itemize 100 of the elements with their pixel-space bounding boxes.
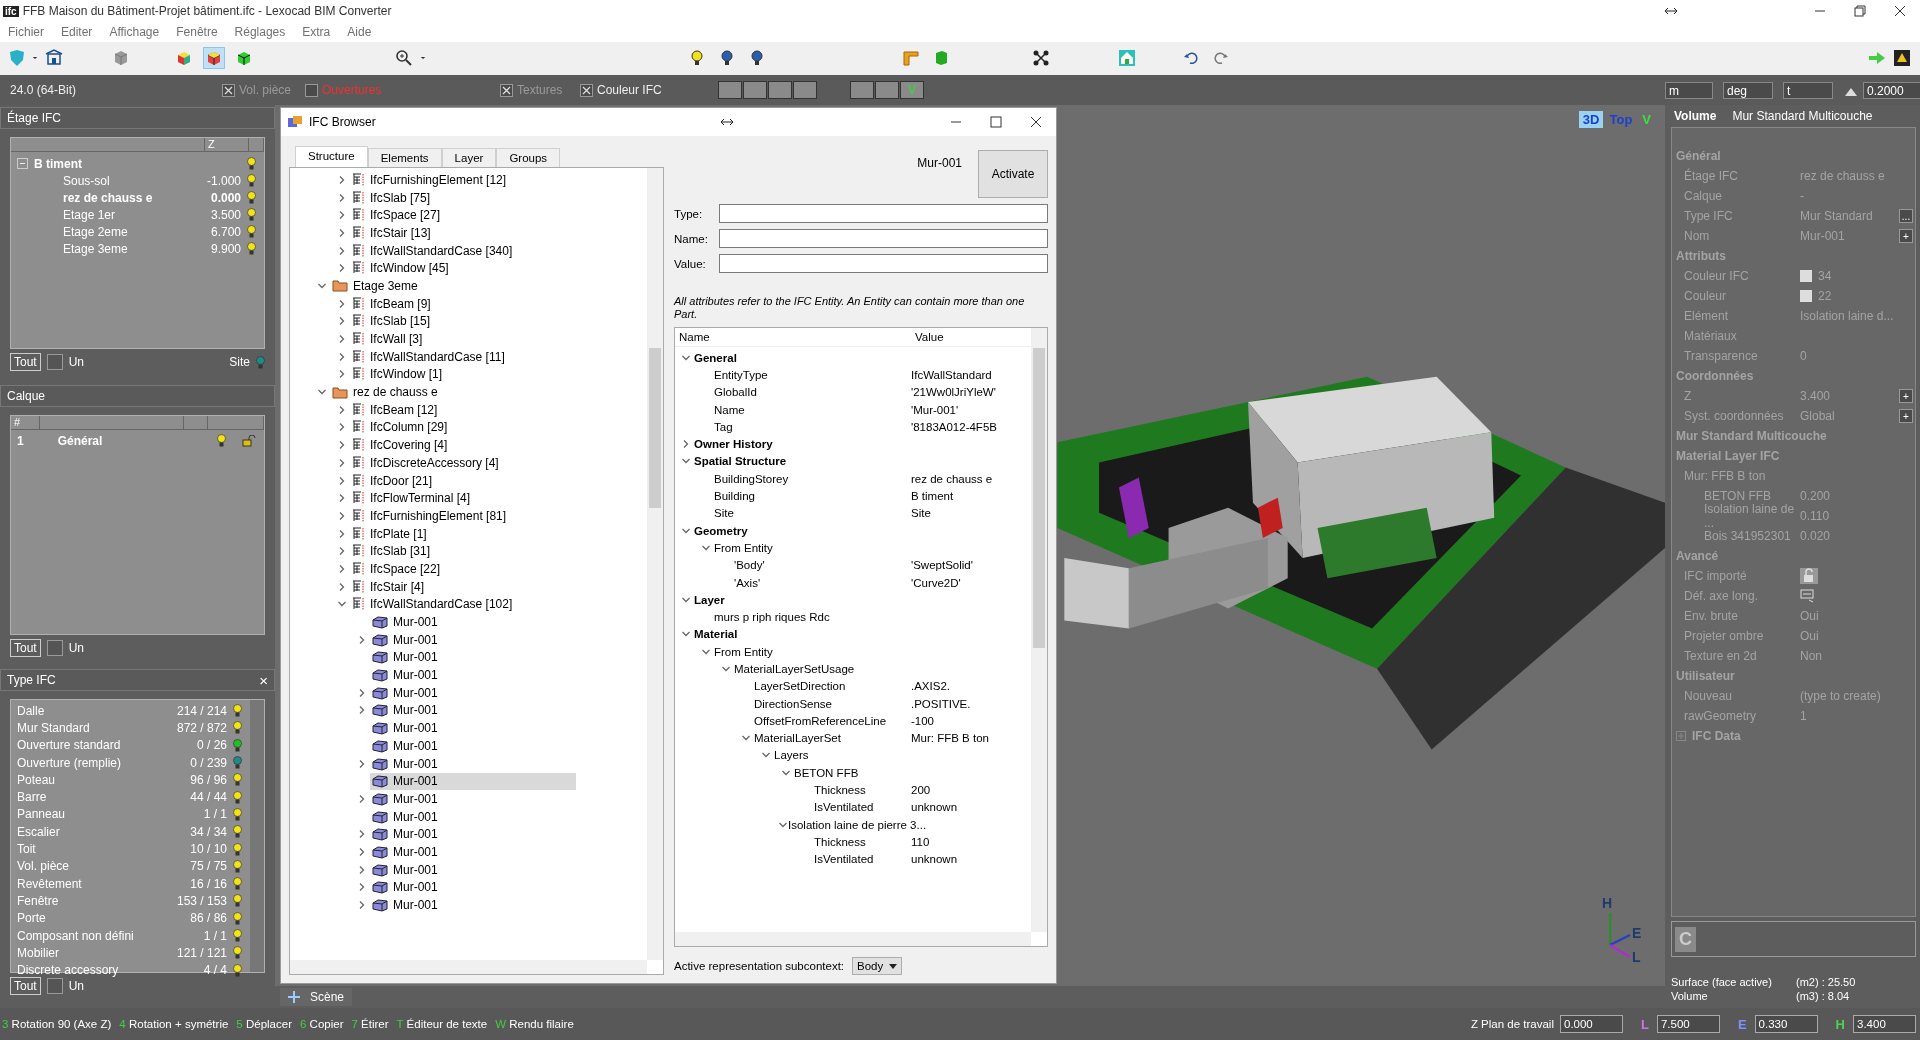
chevron-icon[interactable]: [337, 581, 347, 592]
scrollbar[interactable]: [250, 700, 264, 972]
tree-item[interactable]: IfcBeam [12]: [350, 401, 442, 419]
snap-field[interactable]: 0.2000: [1863, 82, 1920, 99]
tree-item[interactable]: IfcDiscreteAccessory [4]: [350, 454, 503, 472]
tree-item[interactable]: IfcSlab [31]: [350, 542, 435, 560]
tree-item[interactable]: Mur-001: [370, 808, 442, 826]
column-header[interactable]: Value: [911, 331, 944, 343]
tree-item[interactable]: IfcFlowTerminal [4]: [350, 489, 475, 507]
layout-button[interactable]: [850, 81, 874, 99]
plane-field[interactable]: 0.000: [1560, 1015, 1623, 1033]
logo-icon[interactable]: [1893, 49, 1911, 67]
scrollbar[interactable]: [1031, 328, 1047, 932]
chevron-icon[interactable]: [337, 227, 347, 238]
menu-item[interactable]: Extra: [302, 25, 331, 39]
bulb-icon[interactable]: [233, 859, 242, 873]
building-icon[interactable]: [45, 49, 63, 67]
tree-item[interactable]: IfcWindow [1]: [350, 365, 447, 383]
chevron-icon[interactable]: [357, 758, 367, 769]
scene-tab[interactable]: Scène: [280, 988, 353, 1006]
cube-icon[interactable]: [205, 49, 223, 67]
chevron-icon[interactable]: [337, 210, 347, 221]
tree-item[interactable]: Mur-001: [370, 896, 442, 914]
bulb-icon[interactable]: [247, 242, 256, 255]
bulb-icon[interactable]: [247, 208, 256, 221]
column-header[interactable]: Name: [675, 331, 911, 343]
checkbox[interactable]: [46, 640, 63, 656]
bulb-icon[interactable]: [233, 825, 242, 839]
chevron-icon[interactable]: [337, 528, 347, 539]
bulb-icon[interactable]: [233, 790, 242, 804]
scrollbar[interactable]: [647, 168, 663, 960]
tree-item[interactable]: Mur-001: [370, 843, 442, 861]
resize-arrows-icon[interactable]: [720, 117, 734, 127]
tree-item[interactable]: IfcStair [13]: [350, 224, 435, 242]
bulb-icon[interactable]: [688, 49, 706, 67]
chevron-icon[interactable]: [357, 793, 367, 804]
tree-item[interactable]: Mur-001: [370, 861, 442, 879]
tree-item[interactable]: Etage 3eme: [330, 277, 422, 295]
tree-item[interactable]: IfcWindow [45]: [350, 259, 453, 277]
all-button[interactable]: Tout: [10, 639, 41, 657]
checkbox[interactable]: [46, 354, 63, 370]
chevron-icon[interactable]: [721, 664, 731, 674]
resize-arrows-icon[interactable]: [1664, 6, 1678, 16]
close-icon[interactable]: [1030, 116, 1042, 128]
axis-icon[interactable]: [1800, 589, 1816, 603]
close-icon[interactable]: [1894, 5, 1906, 17]
bulb-icon[interactable]: [233, 721, 242, 735]
subcontext-dropdown[interactable]: Body: [852, 957, 903, 975]
chevron-icon[interactable]: [357, 687, 367, 698]
chevron-icon[interactable]: [357, 634, 367, 645]
checkbox[interactable]: [46, 978, 63, 994]
bulb-icon[interactable]: [233, 807, 242, 821]
cube-icon[interactable]: [235, 49, 253, 67]
tree-item[interactable]: IfcDoor [21]: [350, 472, 437, 490]
tree-item[interactable]: Mur-001: [370, 755, 442, 773]
tree-item[interactable]: IfcBeam [9]: [350, 295, 435, 313]
property-button[interactable]: +: [1899, 229, 1913, 243]
menu-item[interactable]: Editer: [61, 25, 93, 39]
scrollbar[interactable]: [290, 960, 647, 974]
tree-item[interactable]: Mur-001: [370, 878, 442, 896]
checkbox[interactable]: [305, 83, 318, 97]
bulb-icon[interactable]: [718, 49, 736, 67]
tab[interactable]: Groups: [496, 148, 561, 167]
chevron-icon[interactable]: [357, 882, 367, 893]
layout-button[interactable]: [768, 81, 792, 99]
property-button[interactable]: ...: [1899, 209, 1913, 223]
tab[interactable]: Elements: [367, 148, 442, 167]
view-button[interactable]: 3D: [1578, 111, 1604, 128]
tree-item[interactable]: Mur-001: [370, 719, 442, 737]
chevron-icon[interactable]: [357, 900, 367, 911]
bulb-icon[interactable]: [247, 191, 256, 204]
input-field[interactable]: [719, 204, 1048, 223]
scrollbar-thumb[interactable]: [1033, 348, 1045, 648]
tree-item[interactable]: IfcWall [3]: [350, 330, 427, 348]
menu-item[interactable]: Fenêtre: [176, 25, 218, 39]
restore-icon[interactable]: [1854, 5, 1866, 17]
tree-item[interactable]: IfcWallStandardCase [102]: [350, 595, 517, 613]
scrollbar[interactable]: [675, 932, 1031, 946]
chevron-icon[interactable]: [357, 705, 367, 716]
layout-button[interactable]: [875, 81, 899, 99]
tree-item[interactable]: Mur-001: [370, 701, 442, 719]
chevron-icon[interactable]: [337, 192, 347, 203]
menu-item[interactable]: Affichage: [109, 25, 160, 39]
tab[interactable]: Structure: [295, 146, 368, 167]
coordinate-field[interactable]: 3.400: [1853, 1015, 1916, 1033]
coordinate-field[interactable]: 0.330: [1754, 1015, 1818, 1033]
chevron-icon[interactable]: [337, 546, 347, 557]
chevron-icon[interactable]: [337, 263, 347, 274]
chevron-icon[interactable]: [337, 404, 347, 415]
bulb-icon[interactable]: [233, 842, 242, 856]
chevron-icon[interactable]: [357, 864, 367, 875]
bulb-icon[interactable]: [233, 773, 242, 787]
caret-icon[interactable]: [889, 963, 898, 969]
bulb-icon[interactable]: [233, 738, 242, 752]
all-button[interactable]: Tout: [10, 353, 41, 371]
tree-item[interactable]: IfcWallStandardCase [340]: [350, 242, 517, 260]
chevron-icon[interactable]: [337, 510, 347, 521]
checkbox[interactable]: [580, 83, 593, 97]
chevron-icon[interactable]: [337, 493, 347, 504]
tree-item[interactable]: IfcSlab [75]: [350, 189, 435, 207]
